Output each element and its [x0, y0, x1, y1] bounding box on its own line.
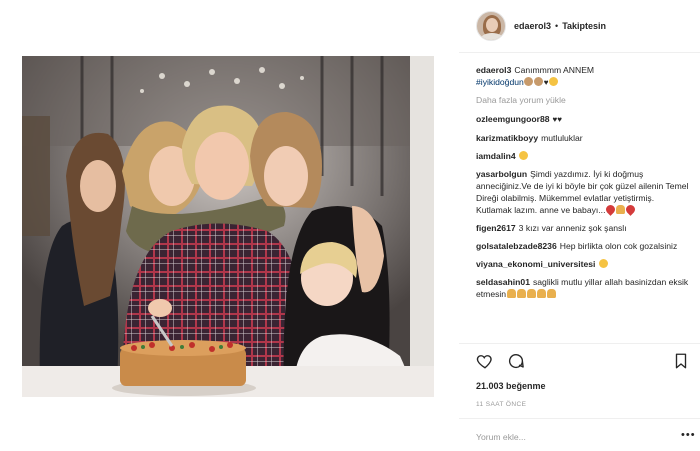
- add-comment-input[interactable]: [476, 430, 676, 444]
- post-sidebar: edaerol3 • Takiptesin edaerol3 Canımmmm A…: [459, 0, 700, 451]
- family-photo: [22, 56, 434, 397]
- follow-status-button[interactable]: Takiptesin: [562, 21, 606, 31]
- face-emoji-icon: [524, 77, 534, 86]
- instagram-post: edaerol3 • Takiptesin edaerol3 Canımmmm A…: [0, 0, 700, 451]
- caption-text: Canımmmm ANNEM: [514, 65, 595, 75]
- actions-divider: [459, 343, 700, 344]
- comment-icon[interactable]: [507, 352, 525, 370]
- comment: karizmatikboyy mutluluklar: [476, 132, 691, 144]
- pray-emoji-icon: [536, 289, 546, 298]
- heart-emoji-icon: ♥♥: [552, 115, 563, 124]
- comment-text: Hep birlikta olon cok gozalsiniz: [559, 241, 678, 251]
- post-timestamp: 11 SAAT ÖNCE: [476, 401, 527, 408]
- action-bar: [476, 352, 691, 374]
- pray-emoji-icon: [516, 289, 526, 298]
- heart-emoji-icon: ♥: [543, 78, 549, 87]
- rose-emoji-icon: [604, 203, 617, 216]
- more-options-icon[interactable]: •••: [681, 429, 696, 441]
- comment: yasarbolgun Şimdi yazdımız. İyi ki doğmuş…: [476, 168, 691, 216]
- likes-count[interactable]: 21.003 beğenme: [476, 381, 546, 391]
- rose-emoji-icon: [624, 203, 637, 216]
- comment: seldasahin01 saglikli mutlu yillar allah …: [476, 276, 691, 300]
- smile-emoji-icon: [549, 77, 559, 86]
- comment-username[interactable]: yasarbolgun: [476, 169, 527, 179]
- comment: iamdalin4: [476, 150, 691, 162]
- comment: ozleemgungoor88 ♥♥: [476, 113, 691, 126]
- comment: golsatalebzade8236 Hep birlikta olon cok …: [476, 240, 691, 252]
- pray-emoji-icon: [506, 289, 516, 298]
- caption-hashtag[interactable]: #iyikidoğdun: [476, 77, 524, 87]
- comment-username[interactable]: iamdalin4: [476, 151, 516, 161]
- comment-username[interactable]: golsatalebzade8236: [476, 241, 557, 251]
- comment: viyana_ekonomi_universitesi: [476, 258, 691, 270]
- post-photo[interactable]: [22, 56, 434, 397]
- person-emoji-icon: [534, 77, 544, 86]
- header-username[interactable]: edaerol3: [514, 21, 551, 31]
- pray-emoji-icon: [526, 289, 536, 298]
- pray-emoji-icon: [546, 289, 556, 298]
- comment-username[interactable]: ozleemgungoor88: [476, 114, 550, 124]
- comment-text: 3 kızı var anneniz şok şanslı: [518, 223, 627, 233]
- load-more-comments-link[interactable]: Daha fazla yorum yükle: [476, 95, 691, 105]
- header-separator: •: [555, 21, 559, 31]
- comment: figen2617 3 kızı var anneniz şok şanslı: [476, 222, 691, 234]
- header-divider: [459, 52, 700, 53]
- comments-list: edaerol3 Canımmmm ANNEM #iyikidoğdun ♥ Dah…: [476, 64, 691, 306]
- clap-emoji-icon: [598, 259, 608, 268]
- comment-username[interactable]: figen2617: [476, 223, 516, 233]
- comment-username[interactable]: seldasahin01: [476, 277, 530, 287]
- caption-username[interactable]: edaerol3: [476, 65, 511, 75]
- smile-emoji-icon: [519, 151, 529, 160]
- pray-emoji-icon: [615, 205, 625, 214]
- caption: edaerol3 Canımmmm ANNEM #iyikidoğdun ♥: [476, 64, 691, 89]
- avatar[interactable]: [476, 11, 506, 41]
- heart-icon[interactable]: [476, 352, 494, 370]
- comment-input-divider: [459, 418, 700, 419]
- comment-username[interactable]: viyana_ekonomi_universitesi: [476, 259, 595, 269]
- comment-text: mutluluklar: [541, 133, 583, 143]
- comment-username[interactable]: karizmatikboyy: [476, 133, 538, 143]
- bookmark-icon[interactable]: [672, 352, 690, 370]
- post-header: edaerol3 • Takiptesin: [459, 8, 700, 44]
